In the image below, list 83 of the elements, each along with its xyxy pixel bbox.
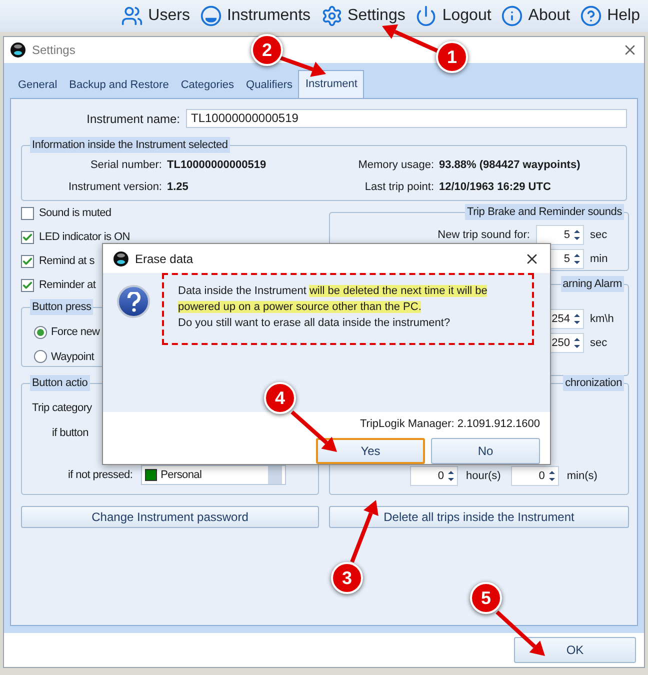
info-icon: [501, 5, 524, 27]
field-label: if button: [51, 426, 90, 440]
checkbox-label: Reminder at: [39, 278, 96, 293]
unit-label: hour(s): [466, 468, 501, 484]
tab[interactable]: Categories: [174, 72, 240, 98]
dialog-question: Do you still want to erase all data inside the instrument?: [178, 316, 452, 332]
app-orb-icon: [113, 250, 129, 267]
tab[interactable]: Instrument: [298, 70, 364, 98]
checkbox[interactable]: [21, 230, 34, 244]
unit-label: sec: [590, 228, 608, 243]
ok-button[interactable]: OK: [514, 637, 636, 663]
spinner-arrows-icon: [573, 336, 581, 350]
checkbox[interactable]: [21, 278, 34, 292]
spinner-arrows-icon: [573, 252, 581, 266]
group-title: arning Alarm: [560, 276, 624, 292]
dialog-message: Data inside the Instrument will be deleted the next time it will be powered up on a power source other than the PC.: [178, 284, 488, 316]
radio-button[interactable]: [34, 326, 47, 339]
checkbox-label: Sound is muted: [39, 206, 112, 221]
checkbox-label: LED indicator is ON: [39, 230, 130, 245]
number-field[interactable]: 5: [536, 225, 584, 245]
spinner-arrows-icon: [573, 228, 581, 242]
action-button[interactable]: Change Instrument password: [21, 506, 319, 528]
spinner-arrows-icon: [548, 469, 556, 483]
category-dropdown[interactable]: Personal: [140, 465, 286, 485]
question-icon: [117, 285, 150, 318]
nav-link[interactable]: Help: [580, 4, 640, 28]
arrow: [350, 500, 378, 563]
gauge-icon: [200, 5, 222, 27]
group-title: Button actio: [30, 375, 90, 391]
spinner-arrows-icon: [447, 469, 455, 483]
info-label: Serial number:: [89, 158, 162, 173]
checkbox-label: Remind at s: [39, 254, 94, 269]
info-value: 93.88% (984427 waypoints): [439, 158, 580, 173]
radio-label: Force new: [51, 325, 100, 340]
checkbox[interactable]: [21, 206, 34, 220]
nav-link[interactable]: About: [501, 4, 570, 28]
instrument-name-field[interactable]: TL10000000000519: [186, 109, 627, 128]
dialog-button[interactable]: Yes: [316, 438, 425, 464]
group-title: Information inside the Instrument selected: [30, 137, 230, 153]
field-label: Instrument name:: [86, 110, 181, 128]
unit-label: km\h: [590, 312, 615, 327]
dialog-title: Erase data: [135, 250, 194, 268]
tab[interactable]: Qualifiers: [240, 72, 298, 98]
radio-label: Waypoint: [51, 350, 94, 364]
dialog-button[interactable]: No: [431, 438, 540, 464]
field-label: if not pressed:: [68, 468, 133, 483]
nav-link[interactable]: Instruments: [200, 4, 311, 28]
group-title: chronization: [563, 375, 624, 391]
window-title: Settings: [32, 42, 76, 59]
arrow: [496, 610, 545, 656]
unit-label: min: [590, 252, 609, 267]
field-label: Trip category: [32, 401, 93, 416]
version-text: TripLogik Manager: 2.1091.912.1600: [360, 416, 540, 432]
tab[interactable]: General: [12, 72, 64, 98]
info-value: 1.25: [167, 180, 188, 195]
info-value: TL10000000000519: [167, 158, 266, 173]
group-title: Button press: [30, 299, 94, 315]
info-label: Instrument version:: [67, 180, 162, 195]
info-label: Memory usage:: [357, 158, 434, 173]
settings-icon: [320, 5, 343, 27]
arrow: [277, 55, 326, 77]
help-icon: [580, 5, 602, 27]
group-title: Trip Brake and Reminder sounds: [464, 204, 624, 220]
nav-link[interactable]: Users: [121, 4, 190, 28]
unit-label: sec: [590, 336, 608, 351]
action-button[interactable]: Delete all trips inside the Instrument: [329, 506, 629, 528]
arrow: [290, 410, 337, 452]
number-field[interactable]: 0: [410, 466, 458, 486]
field-label: New trip sound for:: [438, 228, 530, 243]
users-icon: [121, 5, 144, 27]
tab[interactable]: Backup and Restore: [63, 72, 175, 98]
unit-label: min(s): [566, 468, 598, 484]
app-orb-icon: [10, 42, 26, 58]
number-field[interactable]: 0: [510, 466, 559, 486]
nav-link[interactable]: Settings: [320, 4, 406, 28]
checkbox[interactable]: [21, 254, 34, 268]
power-icon: [415, 5, 438, 27]
category-value: Personal: [160, 468, 203, 483]
radio-button[interactable]: [34, 350, 47, 364]
info-value: 12/10/1963 16:29 UTC: [439, 180, 551, 195]
info-label: Last trip point:: [364, 180, 434, 195]
spinner-arrows-icon: [573, 312, 581, 326]
nav-link[interactable]: Logout: [415, 4, 492, 28]
